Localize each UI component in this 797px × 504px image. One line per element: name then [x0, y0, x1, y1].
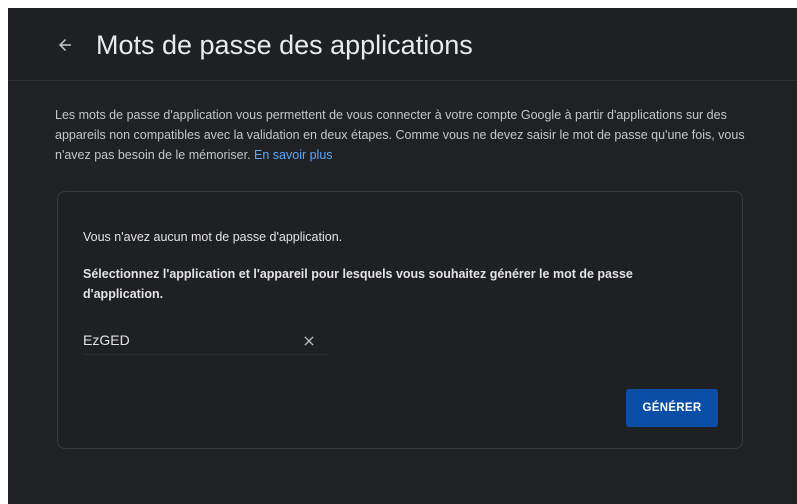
empty-state-message: Vous n'avez aucun mot de passe d'applica… — [83, 230, 343, 244]
intro-text: Les mots de passe d'application vous per… — [55, 108, 745, 162]
app-passwords-page: Mots de passe des applications Les mots … — [8, 8, 797, 504]
app-name-field[interactable]: EzGED — [83, 326, 328, 355]
instruction-text: Sélectionnez l'application et l'appareil… — [83, 267, 633, 301]
generate-button[interactable]: GÉNÉRER — [626, 389, 718, 427]
app-password-card: Vous n'avez aucun mot de passe d'applica… — [57, 191, 743, 449]
back-button[interactable] — [52, 32, 78, 58]
arrow-left-icon — [59, 39, 71, 51]
intro-description: Les mots de passe d'application vous per… — [55, 105, 745, 165]
page-header: Mots de passe des applications — [8, 8, 797, 81]
close-icon — [304, 336, 314, 346]
clear-button[interactable] — [300, 332, 318, 350]
app-name-value[interactable]: EzGED — [83, 332, 130, 348]
page-title: Mots de passe des applications — [96, 30, 473, 60]
learn-more-link[interactable]: En savoir plus — [254, 148, 333, 162]
